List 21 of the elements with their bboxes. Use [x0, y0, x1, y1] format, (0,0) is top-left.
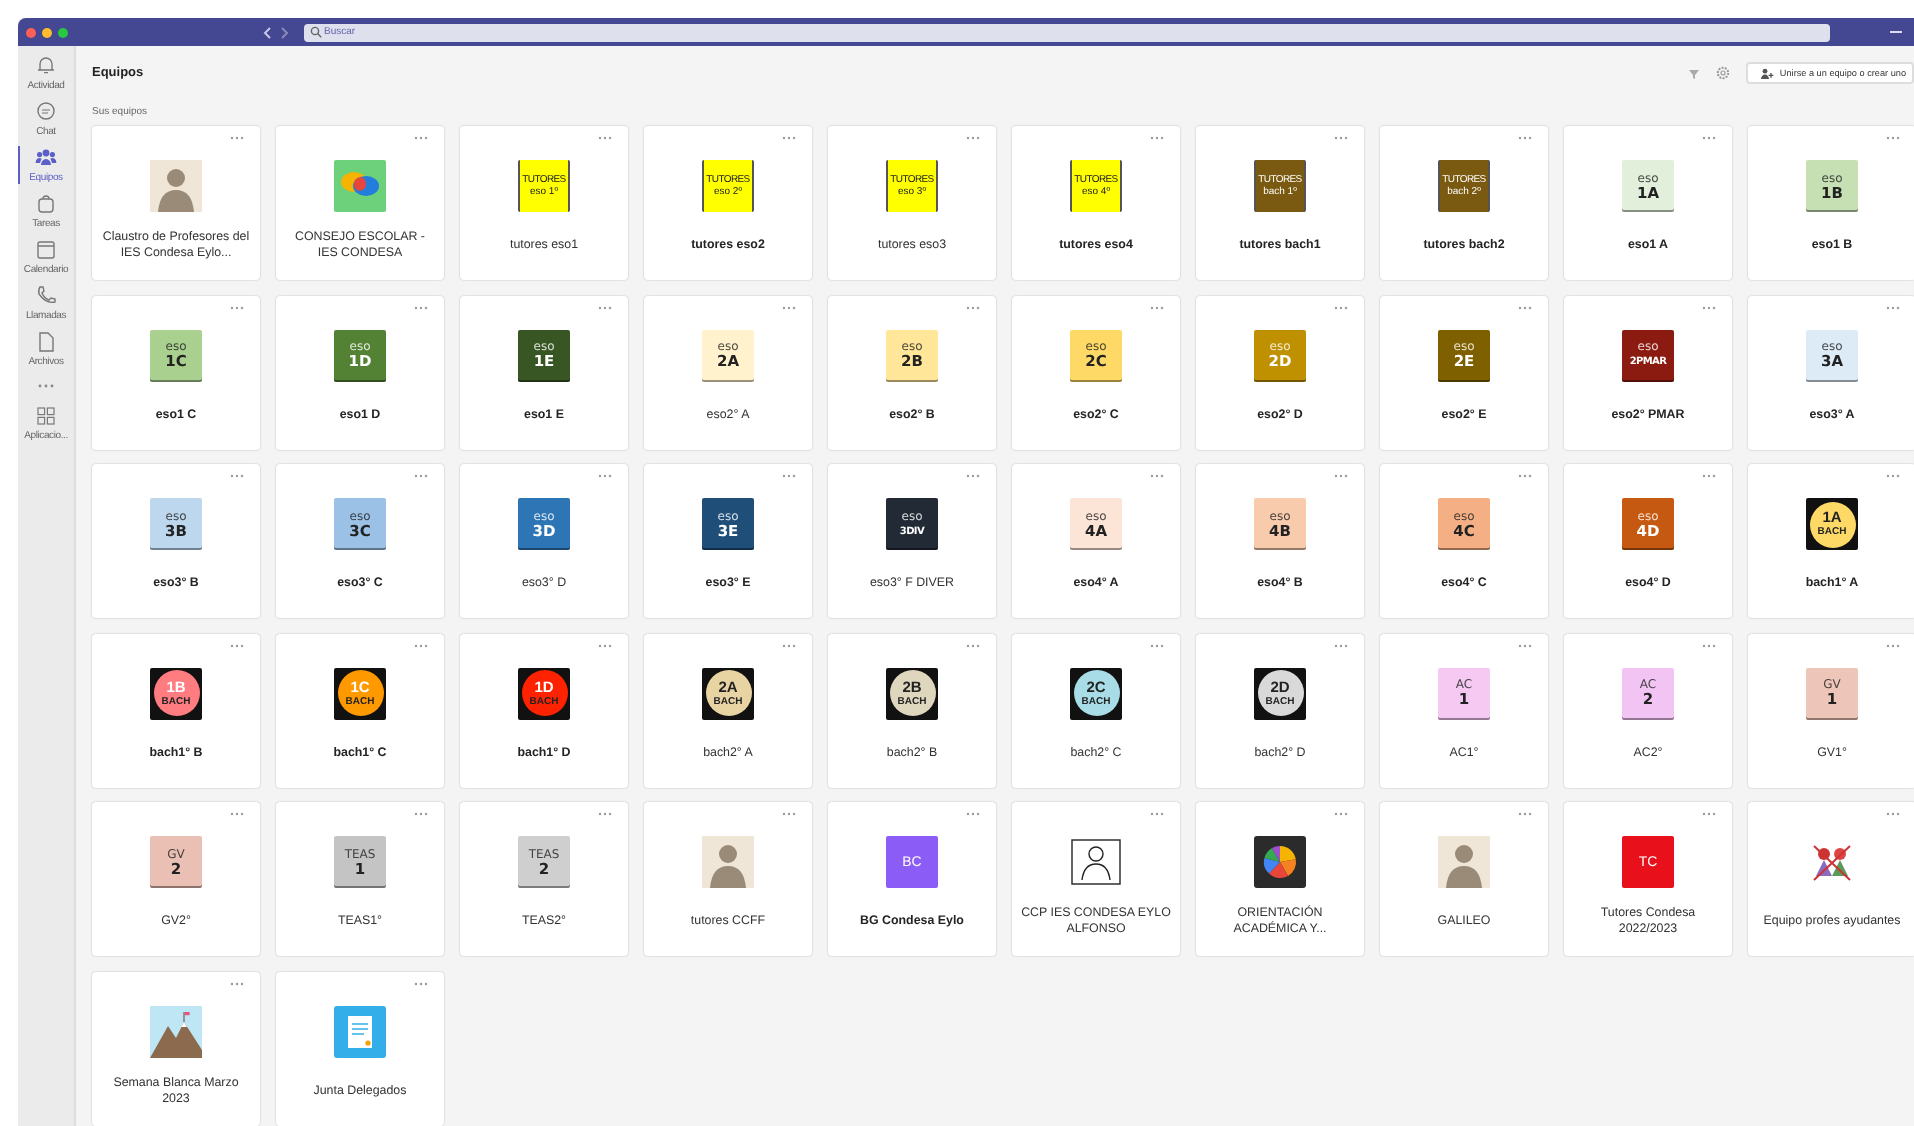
file-icon: [34, 330, 58, 354]
calendar-icon: [34, 238, 58, 262]
bell-icon: [34, 54, 58, 78]
minimize-icon: [1890, 30, 1902, 34]
backpack-icon: [34, 192, 58, 216]
grid-icon: [34, 404, 58, 428]
portrait-placeholder: [150, 160, 202, 212]
chat-bubbles-icon: [334, 160, 386, 212]
search-icon: [310, 26, 322, 38]
person-sketch-drawing: [1070, 836, 1122, 888]
mountain-drawing: [150, 1005, 202, 1057]
portrait-placeholder: [1438, 836, 1490, 888]
people-icon: [34, 146, 58, 170]
settings-icon: [1715, 66, 1730, 80]
people-add-icon: [1759, 67, 1774, 79]
chat-bubble-icon: [34, 100, 58, 124]
document-icon: [334, 1005, 386, 1057]
phone-icon: [34, 284, 58, 308]
filter-icon: [1687, 67, 1700, 79]
color-wheel-icon: [1254, 836, 1306, 888]
portrait-placeholder: [702, 836, 754, 888]
